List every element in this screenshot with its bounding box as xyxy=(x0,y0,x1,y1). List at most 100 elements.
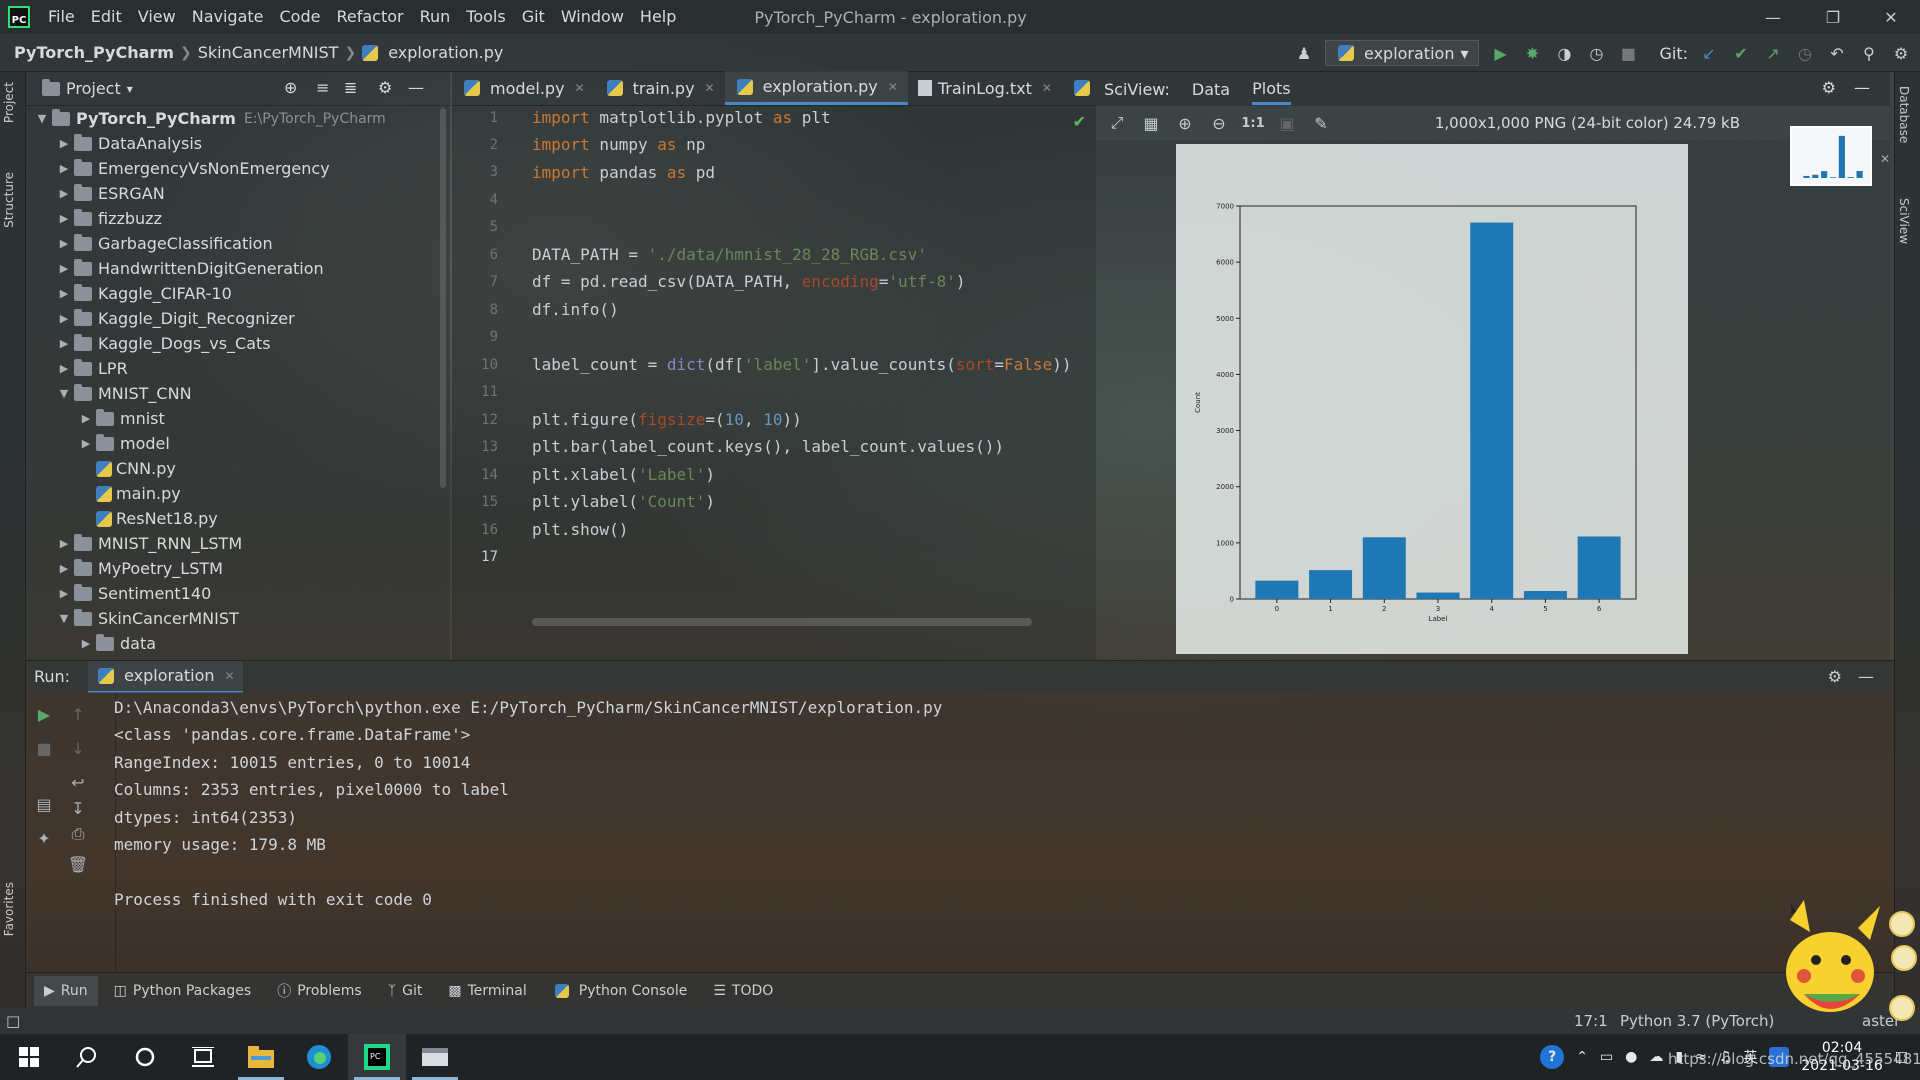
chevron-down-icon[interactable]: ▾ xyxy=(127,82,133,96)
up-arrow-icon[interactable]: ↑ xyxy=(66,702,90,726)
search-icon[interactable] xyxy=(58,1034,116,1080)
run-config-dropdown[interactable]: exploration ▾ xyxy=(1325,40,1480,66)
tree-folder[interactable]: ▶ MyPoetry_LSTM xyxy=(56,556,223,581)
toolwindow-terminal[interactable]: ▩ Terminal xyxy=(438,976,536,1006)
chevron-right-icon[interactable]: ▶ xyxy=(56,162,72,175)
chevron-down-icon[interactable]: ▼ xyxy=(56,387,72,400)
hide-panel-icon[interactable]: — xyxy=(1854,78,1870,97)
breadcrumb-project[interactable]: PyTorch_PyCharm xyxy=(8,43,180,62)
close-window-icon[interactable]: ✕ xyxy=(1862,0,1920,34)
task-view-icon[interactable] xyxy=(174,1034,232,1080)
tree-folder[interactable]: ▶ LPR xyxy=(56,356,128,381)
fit-screen-icon[interactable]: ⤢ xyxy=(1106,112,1128,134)
pycharm-taskbar-icon[interactable]: PC xyxy=(348,1034,406,1080)
coverage-icon[interactable]: ◑ xyxy=(1553,42,1575,64)
tree-folder[interactable]: ▶ EmergencyVsNonEmergency xyxy=(56,156,330,181)
toolwindow-problems[interactable]: ⓘ Problems xyxy=(267,976,372,1006)
git-update-icon[interactable]: ↙ xyxy=(1698,42,1720,64)
menu-window[interactable]: Window xyxy=(553,0,632,34)
chevron-right-icon[interactable]: ▶ xyxy=(56,312,72,325)
toolwindow-python-packages[interactable]: ◫ Python Packages xyxy=(104,976,262,1006)
sciview-tool-tab[interactable]: SciView xyxy=(1897,198,1911,244)
caret-position[interactable]: 17:1 xyxy=(1574,1012,1608,1030)
restore-icon[interactable]: ❐ xyxy=(1804,0,1862,34)
user-icon[interactable]: ♟ xyxy=(1293,42,1315,64)
down-arrow-icon[interactable]: ↓ xyxy=(66,736,90,760)
close-tab-icon[interactable]: ✕ xyxy=(888,80,898,94)
menu-git[interactable]: Git xyxy=(514,0,553,34)
tab-data[interactable]: Data xyxy=(1192,80,1230,99)
tree-folder[interactable]: ▶ Kaggle_Dogs_vs_Cats xyxy=(56,331,271,356)
menu-edit[interactable]: Edit xyxy=(83,0,130,34)
minimize-icon[interactable]: — xyxy=(1744,0,1802,34)
close-tab-icon[interactable]: ✕ xyxy=(225,669,235,683)
scroll-to-end-icon[interactable]: ↧ xyxy=(66,796,90,820)
qq-icon[interactable]: ● xyxy=(1625,1049,1637,1065)
breadcrumb-file[interactable]: exploration.py xyxy=(382,43,509,62)
tab-trainlog-txt[interactable]: TrainLog.txt ✕ xyxy=(908,71,1062,105)
layout-icon[interactable]: ▤ xyxy=(32,792,56,816)
chevron-right-icon[interactable]: ▶ xyxy=(56,237,72,250)
chevron-right-icon[interactable]: ▶ xyxy=(78,637,94,650)
expand-all-icon[interactable]: ≡ xyxy=(316,78,329,97)
close-tab-icon[interactable]: ✕ xyxy=(575,81,585,95)
tree-folder[interactable]: ▶ mnist xyxy=(78,406,165,431)
tree-file[interactable]: CNN.py xyxy=(94,456,176,481)
tree-folder[interactable]: ▶ Kaggle_CIFAR-10 xyxy=(56,281,232,306)
tree-folder[interactable]: ▼ MNIST_CNN xyxy=(56,381,192,406)
chevron-right-icon[interactable]: ▶ xyxy=(56,137,72,150)
chevron-right-icon[interactable]: ▶ xyxy=(56,362,72,375)
menu-code[interactable]: Code xyxy=(272,0,329,34)
plot-image[interactable]: 0 1 2 3 4 5 6 0 1000 2000 3000 4000 5000 6000 7000 Labe… xyxy=(1176,144,1688,654)
file-explorer-icon[interactable] xyxy=(232,1034,290,1080)
search-icon[interactable]: ⚲ xyxy=(1858,42,1880,64)
run-settings-icon[interactable]: ⚙ xyxy=(1828,667,1842,686)
tree-folder[interactable]: ▶ ESRGAN xyxy=(56,181,165,206)
tab-exploration-py[interactable]: exploration.py ✕ xyxy=(724,71,908,105)
chevron-down-icon[interactable]: ▼ xyxy=(56,612,72,625)
tab-train-py[interactable]: train.py ✕ xyxy=(595,71,725,105)
chevron-right-icon[interactable]: ▶ xyxy=(78,412,94,425)
collapse-all-icon[interactable]: ≣ xyxy=(344,78,357,97)
tree-file[interactable]: ResNet18.py xyxy=(94,506,218,531)
tree-folder[interactable]: ▶ GarbageClassification xyxy=(56,231,273,256)
grid-icon[interactable]: ▦ xyxy=(1140,112,1162,134)
chevron-right-icon[interactable]: ▶ xyxy=(56,212,72,225)
toolwindow-todo[interactable]: ☰ TODO xyxy=(703,976,783,1006)
database-tool-tab[interactable]: Database xyxy=(1897,86,1911,143)
chevron-right-icon[interactable]: ▶ xyxy=(56,587,72,600)
structure-tool-tab[interactable]: Structure xyxy=(2,172,16,228)
stop-icon[interactable]: ■ xyxy=(32,736,56,760)
hide-panel-icon[interactable]: — xyxy=(408,78,424,97)
tab-model-py[interactable]: model.py ✕ xyxy=(452,71,595,105)
run-tab-exploration[interactable]: exploration ✕ xyxy=(88,660,243,693)
settings-gear-icon[interactable]: ⚙ xyxy=(1890,42,1912,64)
pin-icon[interactable]: ✦ xyxy=(32,826,56,850)
soft-wrap-icon[interactable]: ↩ xyxy=(66,770,90,794)
cortana-icon[interactable] xyxy=(116,1034,174,1080)
tree-folder[interactable]: ▶ Kaggle_Digit_Recognizer xyxy=(56,306,295,331)
menu-navigate[interactable]: Navigate xyxy=(184,0,272,34)
menu-file[interactable]: File xyxy=(40,0,83,34)
close-tab-icon[interactable]: ✕ xyxy=(705,81,715,95)
profile-icon[interactable]: ◷ xyxy=(1585,42,1607,64)
panel-settings-icon[interactable]: ⚙ xyxy=(378,78,392,97)
trash-icon[interactable]: 🗑 xyxy=(66,852,90,876)
zoom-in-icon[interactable]: ⊕ xyxy=(1174,112,1196,134)
background-icon[interactable]: ▣ xyxy=(1276,112,1298,134)
print-icon[interactable]: ⎙ xyxy=(66,822,90,846)
menu-view[interactable]: View xyxy=(130,0,184,34)
chevron-down-icon[interactable]: ▼ xyxy=(34,112,50,125)
chevron-right-icon[interactable]: ▶ xyxy=(56,337,72,350)
chevron-right-icon[interactable]: ▶ xyxy=(56,187,72,200)
run-icon[interactable]: ▶ xyxy=(1489,42,1511,64)
menu-refactor[interactable]: Refactor xyxy=(328,0,411,34)
color-picker-icon[interactable]: ✎ xyxy=(1310,112,1332,134)
toolwindow-git[interactable]: ᛉ Git xyxy=(378,976,433,1006)
windows-start-icon[interactable] xyxy=(0,1034,58,1080)
help-icon[interactable]: ? xyxy=(1540,1045,1565,1069)
sciview-settings-icon[interactable]: ⚙ xyxy=(1822,78,1836,97)
tree-folder[interactable]: ▶ Sentiment140 xyxy=(56,581,211,606)
tree-scrollbar[interactable] xyxy=(440,108,446,488)
tree-folder[interactable]: ▶ MNIST_RNN_LSTM xyxy=(56,531,242,556)
